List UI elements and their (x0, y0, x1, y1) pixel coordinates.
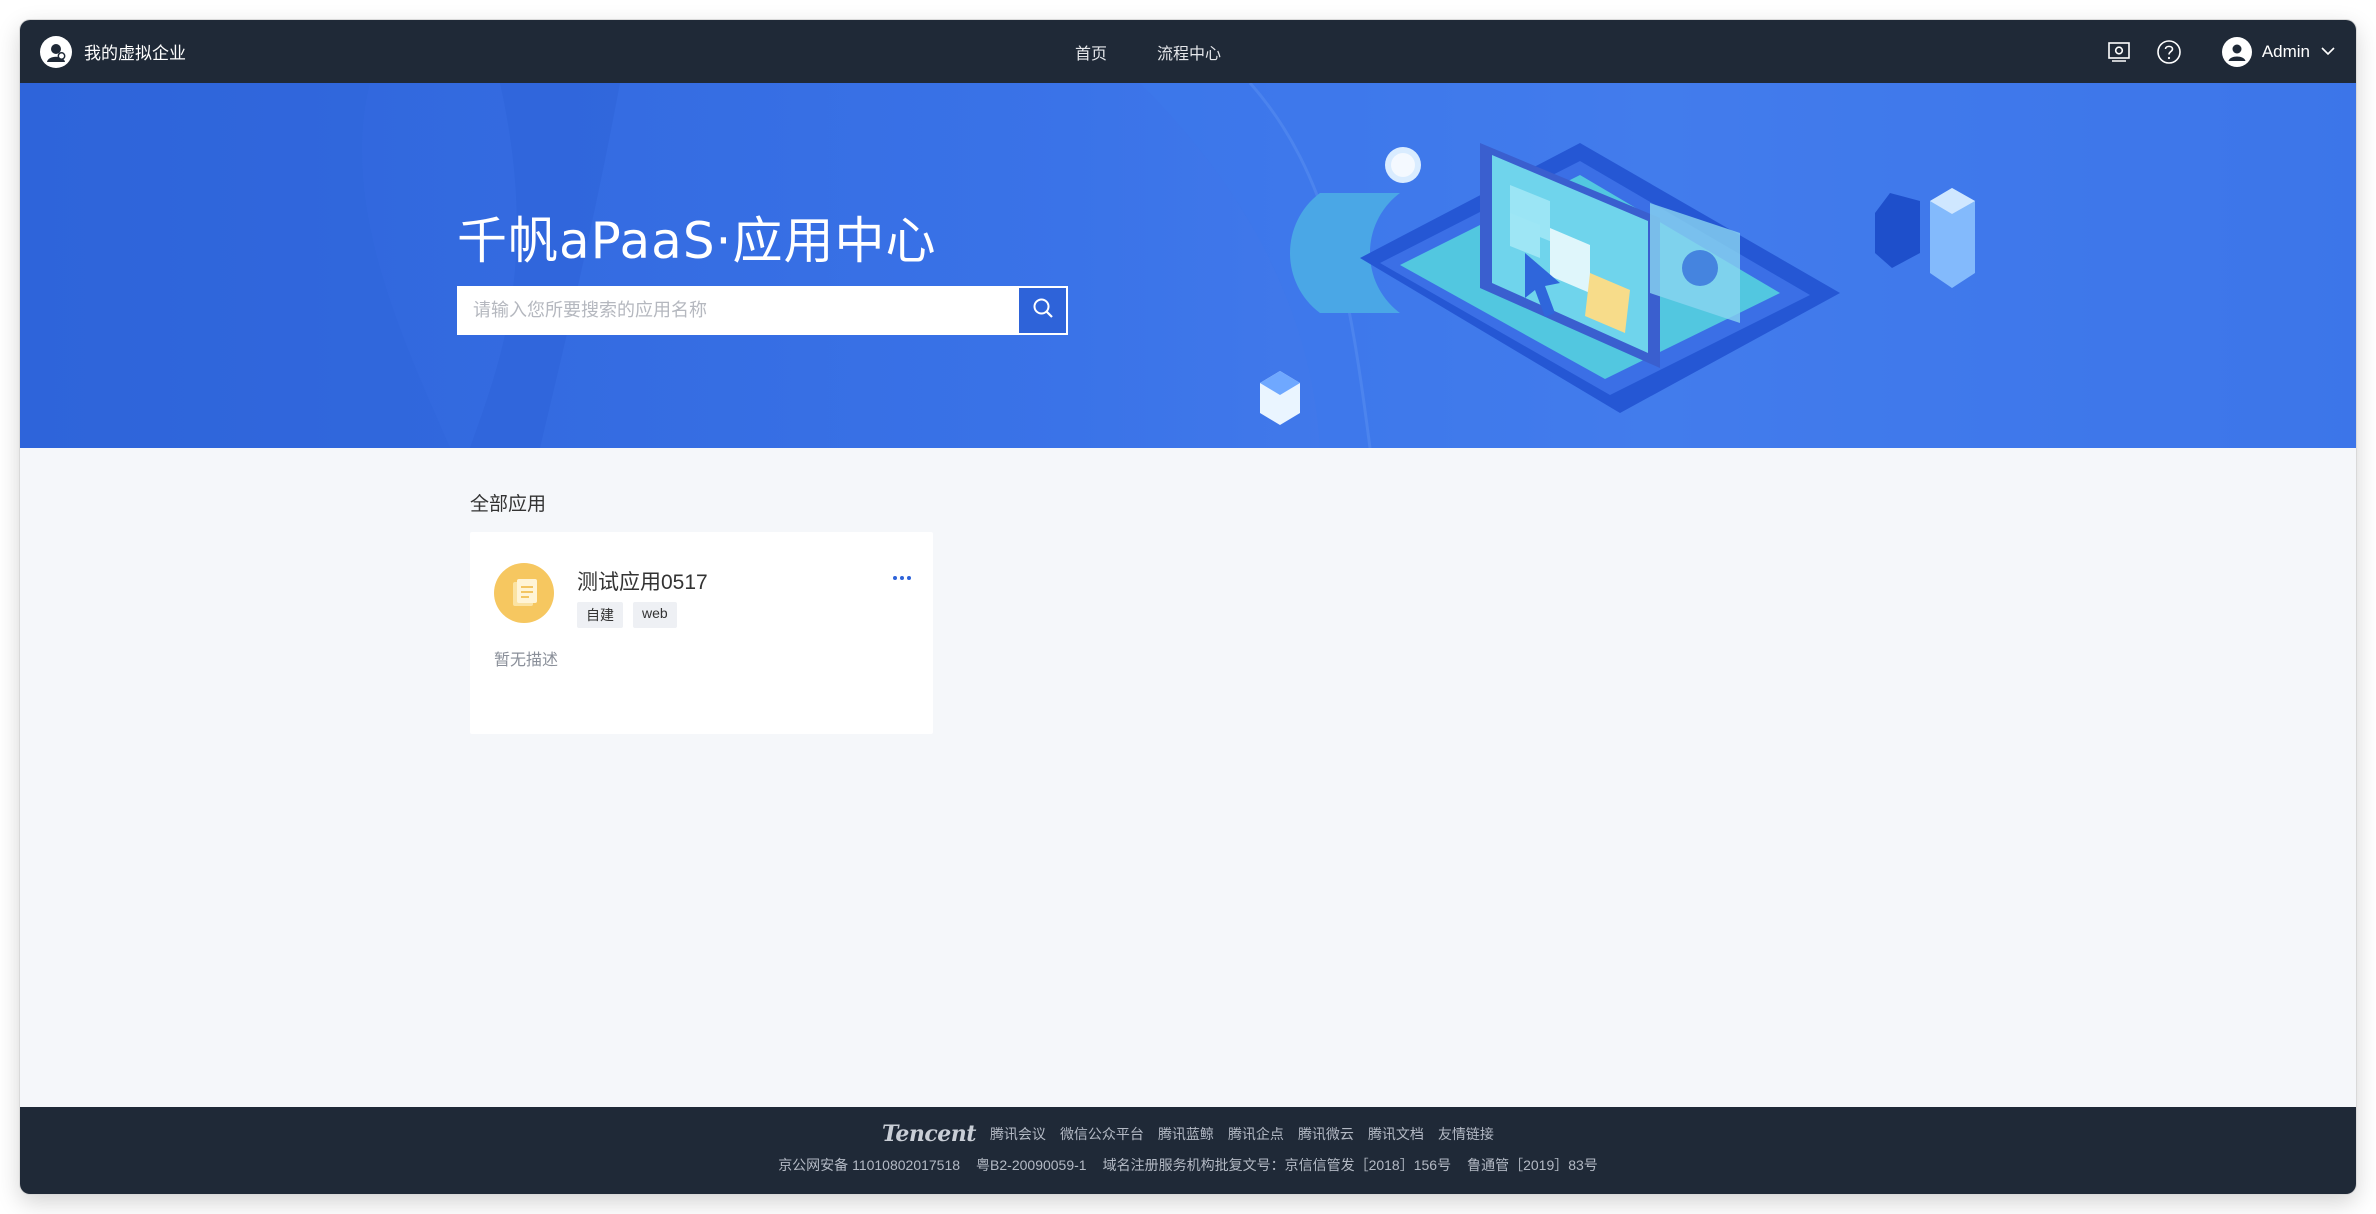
legal-text: 鲁通管［2019］83号 (1467, 1157, 1598, 1173)
app-description: 暂无描述 (494, 652, 559, 669)
help-icon[interactable] (2156, 39, 2182, 65)
app-search (457, 286, 1068, 335)
footer-link[interactable]: 腾讯蓝鲸 (1158, 1124, 1214, 1144)
page-title: 千帆aPaaS·应用中心 (457, 212, 937, 270)
search-button[interactable] (1019, 288, 1066, 333)
tag-platform: web (633, 602, 677, 628)
chevron-down-icon (2320, 43, 2336, 61)
footer: Tencent 腾讯会议 微信公众平台 腾讯蓝鲸 腾讯企点 腾讯微云 腾讯文档 … (20, 1107, 2356, 1194)
tag-self-built: 自建 (577, 602, 623, 628)
search-icon (1032, 297, 1054, 324)
nav-home[interactable]: 首页 (1075, 40, 1107, 64)
tencent-logo: Tencent (882, 1121, 976, 1147)
footer-link[interactable]: 腾讯微云 (1298, 1124, 1354, 1144)
user-name: Admin (2261, 41, 2310, 61)
footer-legal: 京公网安备 11010802017518 粤B2-20090059-1 域名注册… (20, 1155, 2356, 1175)
app-card[interactable]: 测试应用0517 自建 web 暂无描述 (470, 532, 933, 734)
hero-banner: 千帆aPaaS·应用中心 (20, 83, 2356, 448)
footer-link[interactable]: 腾讯企点 (1228, 1124, 1284, 1144)
app-tags: 自建 web (577, 602, 677, 628)
brand[interactable]: 我的虚拟企业 (40, 20, 186, 83)
top-header: 我的虚拟企业 首页 流程中心 Admin (20, 20, 2356, 83)
brand-name: 我的虚拟企业 (84, 44, 186, 63)
legal-text: 域名注册服务机构批复文号：京信信管发［2018］156号 (1102, 1157, 1452, 1173)
footer-link[interactable]: 腾讯文档 (1368, 1124, 1424, 1144)
legal-text: 京公网安备 11010802017518 (778, 1157, 961, 1173)
user-avatar-icon (2221, 36, 2252, 67)
nav-process-center[interactable]: 流程中心 (1157, 40, 1221, 64)
footer-link[interactable]: 友情链接 (1438, 1124, 1494, 1144)
enterprise-avatar-icon (40, 35, 72, 68)
user-menu[interactable]: Admin (2221, 36, 2336, 67)
banner-illustration (20, 83, 2356, 448)
main-nav: 首页 流程中心 (1075, 20, 1221, 83)
footer-link[interactable]: 腾讯会议 (990, 1124, 1046, 1144)
app-name: 测试应用0517 (577, 571, 708, 594)
header-tools: Admin (2106, 20, 2336, 83)
section-title: 全部应用 (470, 494, 547, 515)
search-input[interactable] (459, 288, 1019, 333)
footer-link[interactable]: 微信公众平台 (1060, 1124, 1144, 1144)
more-options-icon[interactable] (888, 568, 916, 588)
legal-text: 粤B2-20090059-1 (976, 1157, 1087, 1173)
app-window: 我的虚拟企业 首页 流程中心 Admin 千帆aPaaS·应用中心 请输入您所要… (20, 20, 2356, 1194)
footer-links: Tencent 腾讯会议 微信公众平台 腾讯蓝鲸 腾讯企点 腾讯微云 腾讯文档 … (20, 1121, 2356, 1147)
screenshot-icon[interactable] (2106, 39, 2132, 65)
app-document-icon (494, 563, 554, 623)
